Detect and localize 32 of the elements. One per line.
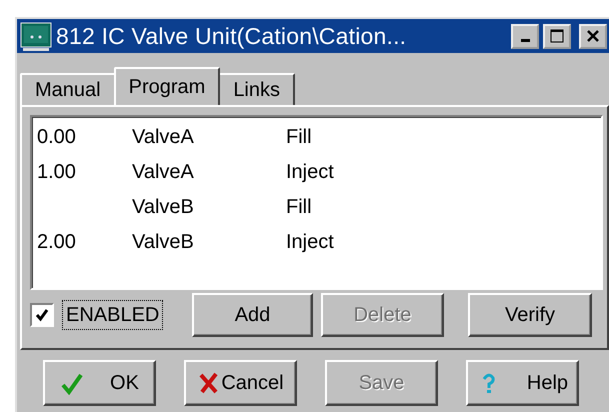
checkbox[interactable] bbox=[30, 303, 54, 327]
list-cell-text: Inject bbox=[286, 160, 334, 185]
list-button[interactable]: Add bbox=[192, 293, 313, 337]
dialog-button[interactable]: Help bbox=[466, 360, 579, 406]
check-icon bbox=[60, 371, 84, 395]
minimize-icon bbox=[520, 39, 530, 42]
list-cell-text: Inject bbox=[286, 230, 334, 255]
maximize-icon bbox=[550, 29, 564, 43]
checkmark-icon bbox=[35, 308, 49, 322]
list-cell-text: Fill bbox=[286, 125, 312, 150]
list-cell-text: 1.00 bbox=[37, 160, 77, 185]
program-list[interactable]: 0.00 ValveA Fill 1.00 ValveA Inject ValveB Fill 2.00 ValveB Inject bbox=[30, 115, 603, 290]
checkbox-label: ENABLED bbox=[62, 300, 164, 330]
close-button[interactable] bbox=[579, 24, 607, 48]
list-cell-text: Fill bbox=[286, 195, 312, 220]
tab[interactable]: Links bbox=[218, 73, 296, 105]
list-cell-text: ValveB bbox=[132, 230, 195, 255]
dialog-button[interactable]: Cancel bbox=[184, 360, 297, 406]
window-title: 812 IC Valve Unit(Cation\Cation... bbox=[56, 22, 408, 51]
list-cell-text: 0.00 bbox=[37, 125, 77, 150]
list-cell-text: ValveB bbox=[132, 195, 195, 220]
close-icon bbox=[586, 29, 600, 43]
tab[interactable]: Manual bbox=[20, 73, 116, 105]
app-icon bbox=[20, 20, 52, 52]
maximize-button[interactable] bbox=[543, 24, 571, 48]
list-cell-text: ValveA bbox=[132, 160, 195, 185]
list-cell-text: ValveA bbox=[132, 125, 195, 150]
dialog-button[interactable]: OK bbox=[43, 360, 156, 406]
tab[interactable]: Program bbox=[114, 67, 220, 105]
list-cell-text: 2.00 bbox=[37, 230, 77, 255]
minimize-button[interactable] bbox=[511, 24, 539, 48]
list-button[interactable]: Verify bbox=[468, 293, 592, 337]
